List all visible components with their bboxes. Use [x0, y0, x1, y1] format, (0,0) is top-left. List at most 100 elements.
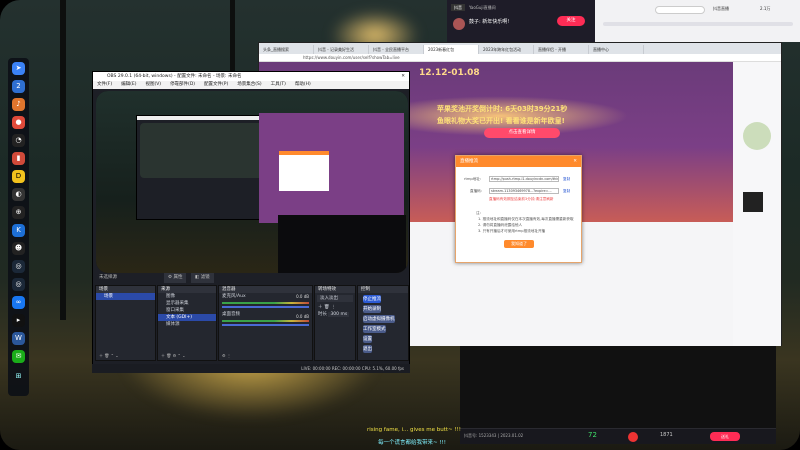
browser-tab[interactable]: 直播伴侣 - 开播 [534, 45, 589, 54]
rtmp-label: rtmp地址: [464, 177, 482, 181]
qq-icon[interactable]: ☻ [12, 242, 25, 255]
scene-item[interactable]: 场景 [96, 293, 155, 300]
page-title: 抖音直播 [713, 6, 729, 11]
studio-mode-button[interactable]: 工作室模式 [363, 325, 386, 333]
room-info: 抖音号: 1523343 | 2023.01.02 [464, 433, 524, 438]
countdown-headline: 苹果奖池开奖倒计时: 6天03时39分21秒 [437, 105, 568, 113]
transition-controls: ＋ 🗑 ⋮ [318, 305, 336, 310]
sources-footer: ＋ 🗑 ⚙ ⌃ ⌄ [161, 353, 186, 358]
virtual-camera-button[interactable]: 启动虚拟摄像机 [363, 315, 395, 323]
menu-item[interactable]: 配置文件(P) [204, 82, 228, 87]
source-item[interactable]: 图像 [158, 293, 216, 300]
dialog-title: 直播推流 ✕ [456, 156, 581, 167]
menu-item[interactable]: 场景集合(S) [237, 82, 261, 87]
meta-icon[interactable]: ∞ [12, 296, 25, 309]
word-icon[interactable]: W [12, 332, 25, 345]
properties-label: 属性 [173, 275, 183, 280]
source-item[interactable]: 显示器采集 [158, 300, 216, 307]
rtmp-field[interactable]: rtmp://push-rtmp-l1.douyincdn.com/third [489, 176, 559, 182]
no-source-label: 未选择源 [99, 275, 117, 280]
likes-count: 72 [588, 431, 597, 439]
menu-item[interactable]: 编辑(E) [121, 82, 136, 87]
exit-button[interactable]: 退出 [363, 345, 372, 353]
follow-button[interactable]: 关注 [557, 16, 585, 26]
copy-button[interactable]: 复制 [563, 177, 570, 182]
tab-strip [603, 22, 793, 26]
app-icon[interactable]: ♪ [12, 98, 25, 111]
volume-meter [222, 302, 309, 304]
filters-button[interactable]: ◧ 滤镜 [191, 273, 214, 283]
sources-panel: 来源 图像 显示器采集 窗口采集 文本 (GDI+) 媒体源 ＋ 🗑 ⚙ ⌃ ⌄ [157, 285, 217, 361]
note-line: 2. 请勿将直播码泄露给他人 [478, 223, 523, 227]
address-bar[interactable]: https://www.douyin.com/user/self?showTab… [259, 54, 781, 62]
source-item[interactable]: 媒体源 [158, 321, 216, 328]
warning-text: 直播码有效期至结束前3分钟,请注意刷新 [489, 197, 554, 201]
copy-button[interactable]: 复制 [563, 189, 570, 194]
nested-browser [259, 113, 404, 223]
duration-input[interactable]: 300 ms [328, 312, 350, 317]
app-icon[interactable]: ◐ [12, 188, 25, 201]
terminal-icon[interactable]: ▸ [12, 314, 25, 327]
window-title: OBS 29.0.1 (64-bit, windows) - 配置文件: 未命名… [93, 72, 409, 81]
menu-item[interactable]: 停靠部件(D) [170, 82, 195, 87]
windows-icon[interactable]: ⊞ [12, 370, 25, 383]
mixer-track-level: 0.0 dB [296, 314, 309, 319]
scenes-header: 场景 [96, 286, 155, 293]
menu-item[interactable]: 帮助(H) [295, 82, 311, 87]
start-recording-button[interactable]: 开始录制 [363, 305, 381, 313]
app-icon[interactable]: ◔ [12, 134, 25, 147]
wooden-post [230, 0, 235, 80]
transition-select[interactable]: 淡入淡出 [317, 295, 353, 302]
obs-status-bar: LIVE: 00:00:00 REC: 00:00:00 CPU: 5.1%, … [92, 364, 410, 373]
avatar[interactable] [453, 18, 465, 30]
douyin-logo: 抖音 [451, 4, 465, 11]
badge-icon[interactable]: 2 [12, 80, 25, 93]
source-item[interactable]: 窗口采集 [158, 307, 216, 314]
steam-icon[interactable]: ◎ [12, 260, 25, 273]
browser-tab[interactable]: 抖音 - 全民直播平台 [369, 45, 424, 54]
event-date: 12.12-01.08 [419, 68, 480, 78]
rocket-icon[interactable]: ➤ [12, 62, 25, 75]
k-icon[interactable]: K [12, 224, 25, 237]
browser-tab[interactable]: 2023新春红包 [424, 45, 479, 54]
menu-item[interactable]: 文件(F) [97, 82, 112, 87]
volume-slider[interactable] [222, 324, 309, 326]
confirm-button[interactable]: 我知道了 [504, 240, 534, 248]
viewer-count: 2.1万 [760, 6, 771, 11]
record-icon[interactable] [628, 432, 638, 442]
app-icon[interactable]: ⊕ [12, 206, 25, 219]
menu-item[interactable]: 视图(V) [145, 82, 161, 87]
app-icon[interactable]: ▮ [12, 152, 25, 165]
source-item[interactable]: 文本 (GDI+) [158, 314, 216, 321]
filters-label: 滤镜 [200, 275, 210, 280]
stop-stream-button[interactable]: 停止推流 [363, 295, 381, 303]
app-icon[interactable]: ● [12, 116, 25, 129]
close-icon[interactable]: ✕ [401, 72, 405, 81]
volume-slider[interactable] [222, 306, 309, 308]
browser-tab[interactable]: 直播中心 [589, 45, 644, 54]
view-details-button[interactable]: 点击查看详情 [484, 128, 560, 138]
volume-meter [222, 320, 309, 322]
wechat-icon[interactable]: ✉ [12, 350, 25, 363]
gift-button[interactable]: 送礼 [710, 432, 740, 441]
push-stream-dialog: 直播推流 ✕ rtmp地址: rtmp://push-rtmp-l1.douyi… [455, 155, 582, 263]
transitions-panel: 转场特效 淡入淡出 ＋ 🗑 ⋮ 时长 300 ms [314, 285, 356, 361]
browser-tab[interactable]: 抖音 - 记录美好生活 [314, 45, 369, 54]
browser-tab[interactable]: 2023年跨年红包活动 [479, 45, 534, 54]
close-icon[interactable]: ✕ [573, 156, 577, 167]
search-input[interactable] [655, 6, 705, 14]
key-field[interactable]: stream-113093469978...?expire=... [489, 188, 559, 194]
subtitle-line: 每一个谎言都给我带来~ !!! [378, 440, 446, 446]
menu-item[interactable]: 工具(T) [271, 82, 286, 87]
steam-icon[interactable]: ◎ [12, 278, 25, 291]
sources-header: 来源 [158, 286, 216, 293]
wooden-post [60, 0, 66, 320]
browser-tab[interactable]: 头条_直播搜索 [259, 45, 314, 54]
preview-canvas[interactable] [96, 91, 408, 273]
right-sidebar [733, 62, 781, 346]
viewer-count: 1871 [660, 432, 673, 438]
properties-button[interactable]: ⚙ 属性 [164, 273, 187, 283]
live-stream-toolbar: 抖音号: 1523343 | 2023.01.02 72 1871 送礼 [460, 428, 776, 444]
settings-button[interactable]: 设置 [363, 335, 372, 343]
app-icon[interactable]: D [12, 170, 25, 183]
